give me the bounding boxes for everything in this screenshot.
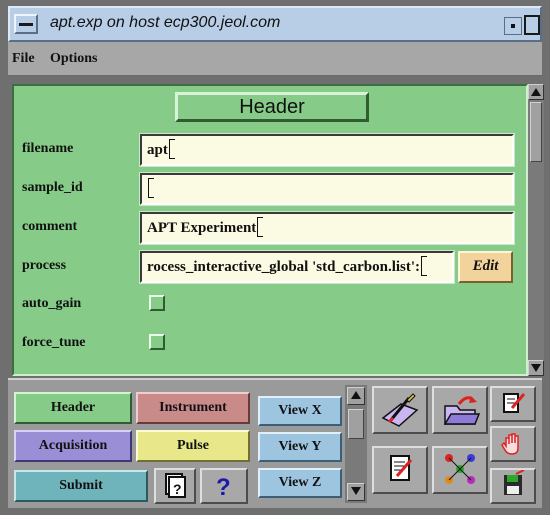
view-x-button[interactable]: View X bbox=[258, 396, 342, 426]
view-scrollbar[interactable] bbox=[345, 385, 367, 503]
text-cursor bbox=[257, 217, 264, 237]
window-menu-button[interactable] bbox=[14, 14, 38, 34]
window-title: apt.exp on host ecp300.jeol.com bbox=[50, 14, 281, 31]
force-tune-label: force_tune bbox=[22, 335, 86, 350]
filename-label: filename bbox=[22, 141, 74, 156]
filename-field[interactable]: apt bbox=[139, 133, 515, 167]
help-question-icon: ? bbox=[216, 474, 231, 500]
open-pen-icon bbox=[381, 393, 419, 427]
open-pen-button[interactable] bbox=[372, 386, 428, 434]
sample-id-label: sample_id bbox=[22, 180, 83, 195]
title-bar[interactable]: apt.exp on host ecp300.jeol.com bbox=[8, 6, 542, 42]
svg-text:?: ? bbox=[216, 474, 231, 500]
export-icon bbox=[503, 393, 526, 413]
open-folder-icon bbox=[443, 396, 481, 425]
arrow-up-icon bbox=[531, 88, 541, 96]
force-tune-checkbox[interactable] bbox=[149, 334, 165, 350]
help-book-icon: ? bbox=[165, 473, 186, 498]
menu-bar: File Options bbox=[8, 42, 542, 76]
network-button[interactable] bbox=[432, 446, 488, 494]
comment-value: APT Experiment bbox=[147, 220, 257, 236]
header-nav-button[interactable]: Header bbox=[14, 392, 132, 424]
comment-label: comment bbox=[22, 219, 78, 234]
pulse-nav-button[interactable]: Pulse bbox=[136, 430, 250, 462]
help-book-button[interactable]: ? bbox=[154, 468, 196, 504]
scroll-thumb[interactable] bbox=[530, 102, 542, 162]
acquisition-nav-button[interactable]: Acquisition bbox=[14, 430, 132, 462]
instrument-nav-button[interactable]: Instrument bbox=[136, 392, 250, 424]
sample-id-field[interactable] bbox=[139, 172, 515, 206]
auto-gain-checkbox[interactable] bbox=[149, 295, 165, 311]
auto-gain-label: auto_gain bbox=[22, 296, 82, 311]
section-header-button[interactable]: Header bbox=[175, 92, 369, 122]
arrow-up-icon bbox=[351, 391, 361, 399]
edit-document-button[interactable] bbox=[372, 446, 428, 494]
view-scroll-thumb[interactable] bbox=[348, 409, 364, 439]
maximize-button[interactable] bbox=[524, 15, 540, 35]
process-value: rocess_interactive_global 'std_carbon.li… bbox=[147, 259, 421, 275]
scroll-down-button[interactable] bbox=[528, 360, 544, 376]
minimize-button[interactable] bbox=[504, 17, 522, 35]
comment-field[interactable]: APT Experiment bbox=[139, 211, 515, 245]
view-y-button[interactable]: View Y bbox=[258, 432, 342, 462]
export-button[interactable] bbox=[490, 386, 536, 422]
text-cursor bbox=[148, 178, 154, 198]
save-disk-icon bbox=[504, 470, 525, 495]
help-question-button[interactable]: ? bbox=[200, 468, 248, 504]
edit-doc-icon bbox=[390, 455, 413, 481]
process-label: process bbox=[22, 258, 67, 273]
process-field[interactable]: rocess_interactive_global 'std_carbon.li… bbox=[139, 250, 455, 284]
view-scroll-up-button[interactable] bbox=[347, 387, 365, 405]
arrow-down-icon bbox=[351, 487, 361, 495]
filename-value: apt bbox=[147, 142, 168, 158]
view-z-button[interactable]: View Z bbox=[258, 468, 342, 498]
scroll-up-button[interactable] bbox=[528, 84, 544, 100]
menu-options[interactable]: Options bbox=[50, 51, 97, 67]
hand-button[interactable] bbox=[490, 426, 536, 462]
hand-icon bbox=[501, 433, 519, 455]
view-scroll-down-button[interactable] bbox=[347, 483, 365, 501]
arrow-down-icon bbox=[531, 364, 541, 372]
edit-button[interactable]: Edit bbox=[458, 251, 513, 283]
text-cursor bbox=[168, 139, 175, 159]
form-scrollbar[interactable] bbox=[528, 84, 544, 376]
submit-button[interactable]: Submit bbox=[14, 470, 148, 502]
save-button[interactable] bbox=[490, 468, 536, 504]
svg-text:?: ? bbox=[173, 481, 182, 497]
text-cursor bbox=[421, 256, 428, 276]
menu-file[interactable]: File bbox=[12, 51, 35, 67]
open-folder-button[interactable] bbox=[432, 386, 488, 434]
network-icon bbox=[445, 454, 475, 484]
